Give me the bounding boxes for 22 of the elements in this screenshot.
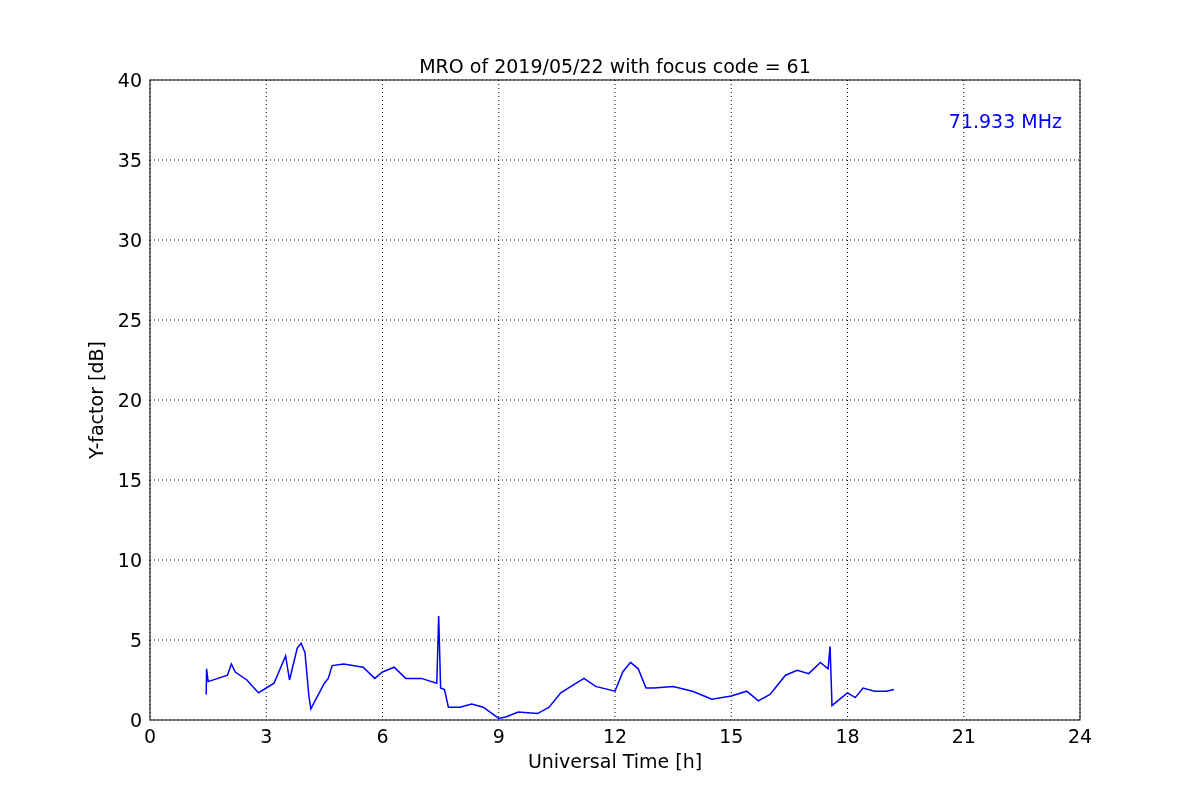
y-tick-label: 30 [117,229,142,251]
frequency-label: 71.933 MHz [948,110,1062,132]
y-tick-label: 20 [117,389,142,411]
x-axis-label: Universal Time [h] [527,750,703,772]
x-tick-label: 24 [1067,725,1093,747]
y-axis-label: Y-factor [dB] [85,341,107,459]
x-tick-label: 9 [492,725,505,747]
x-tick-label: 0 [143,725,157,747]
chart-title: MRO of 2019/05/22 with focus code = 61 [419,55,811,77]
y-tick-label: 25 [117,309,142,331]
x-tick-label: 15 [719,725,744,747]
y-tick-label: 10 [117,549,142,571]
y-tick-label: 40 [117,69,142,91]
x-tick-label: 21 [951,725,976,747]
x-tick-label: 3 [260,725,273,747]
y-tick-label: 15 [117,469,142,491]
y-tick-label: 35 [117,149,142,171]
x-tick-label: 6 [376,725,389,747]
y-tick-label: 5 [129,629,142,651]
x-tick-label: 12 [602,725,628,747]
x-tick-label: 18 [835,725,860,747]
y-tick-label: 0 [129,709,142,731]
